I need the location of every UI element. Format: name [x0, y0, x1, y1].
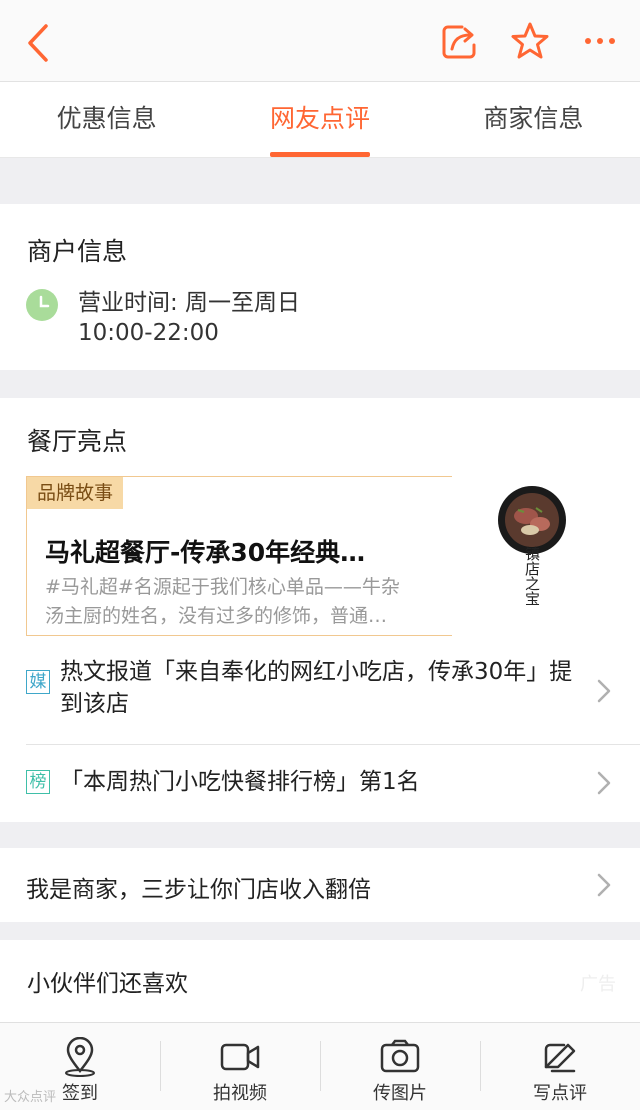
favorite-button[interactable]: [508, 18, 552, 64]
business-hours: 营业时间: 周一至周日 10:00-22:00: [78, 288, 300, 348]
photo-camera-icon: [380, 1039, 420, 1073]
upload-photo-label: 传图片: [373, 1083, 427, 1104]
ranking-tag: 榜: [26, 770, 50, 794]
chevron-right-icon: [597, 873, 611, 897]
share-icon: [442, 25, 476, 59]
watermark: 大众点评: [4, 1090, 57, 1105]
star-icon: [511, 22, 549, 59]
divider: [26, 744, 640, 745]
brand-story-description: #马礼超#名源起于我们核心单品——牛杂 汤主厨的姓名，没有过多的修饰，普通…: [45, 573, 445, 631]
tab-offers[interactable]: 优惠信息: [0, 82, 213, 157]
brand-story-desc-line1: #马礼超#名源起于我们核心单品——牛杂: [45, 576, 400, 598]
chevron-right-icon: [597, 679, 611, 703]
tab-bar: 优惠信息 网友点评 商家信息: [0, 82, 640, 158]
media-report-row[interactable]: 媒 热文报道「来自奉化的网红小吃店，传承30年」提到该店: [26, 656, 640, 720]
tab-merchant-info[interactable]: 商家信息: [427, 82, 640, 157]
business-hours-days: 营业时间: 周一至周日: [78, 290, 301, 316]
location-pin-icon: [65, 1037, 95, 1077]
more-button[interactable]: [578, 18, 622, 64]
write-review-label: 写点评: [533, 1083, 587, 1104]
recommendations-title: 小伙伴们还喜欢: [27, 971, 188, 997]
merchant-prompt-text: 我是商家，三步让你门店收入翻倍: [26, 877, 371, 903]
tab-reviews[interactable]: 网友点评: [213, 82, 426, 157]
top-navigation-bar: [0, 0, 640, 82]
chevron-left-icon: [28, 24, 48, 62]
merchant-prompt-row[interactable]: 我是商家，三步让你门店收入翻倍: [0, 848, 640, 922]
shoot-video-label: 拍视频: [213, 1083, 267, 1104]
shoot-video-button[interactable]: 拍视频: [160, 1023, 320, 1110]
signature-dish-image[interactable]: 镇店之宝: [496, 484, 568, 624]
more-icon: [585, 38, 615, 44]
clock-icon: [26, 289, 58, 321]
video-camera-icon: [220, 1043, 260, 1071]
back-button[interactable]: [20, 20, 60, 66]
dish-caption: 镇店之宝: [523, 546, 541, 606]
brand-story-card[interactable]: 品牌故事 马礼超餐厅-传承30年经典… #马礼超#名源起于我们核心单品——牛杂 …: [26, 476, 452, 636]
brand-story-title: 马礼超餐厅-传承30年经典…: [45, 538, 366, 567]
write-review-button[interactable]: 写点评: [480, 1023, 640, 1110]
recommendations-card: 小伙伴们还喜欢 广告: [0, 940, 640, 1022]
edit-icon: [544, 1043, 576, 1073]
media-tag: 媒: [26, 670, 50, 694]
brand-story-desc-line2: 汤主厨的姓名，没有过多的修饰，普通…: [45, 605, 388, 627]
highlights-title: 餐厅亮点: [27, 427, 128, 456]
brand-story-badge: 品牌故事: [27, 477, 124, 509]
media-report-text: 热文报道「来自奉化的网红小吃店，传承30年」提到该店: [60, 659, 573, 717]
share-button[interactable]: [438, 18, 482, 64]
merchant-info-title: 商户信息: [27, 237, 128, 266]
ranking-text: 「本周热门小吃快餐排行榜」第1名: [60, 769, 420, 795]
ad-label: 广告: [580, 974, 616, 995]
chevron-right-icon: [597, 771, 611, 795]
ranking-row[interactable]: 榜 「本周热门小吃快餐排行榜」第1名: [26, 756, 640, 798]
bottom-action-bar: 签到 拍视频 传图片 写点评: [0, 1022, 640, 1110]
business-hours-time: 10:00-22:00: [78, 320, 219, 346]
upload-photo-button[interactable]: 传图片: [320, 1023, 480, 1110]
